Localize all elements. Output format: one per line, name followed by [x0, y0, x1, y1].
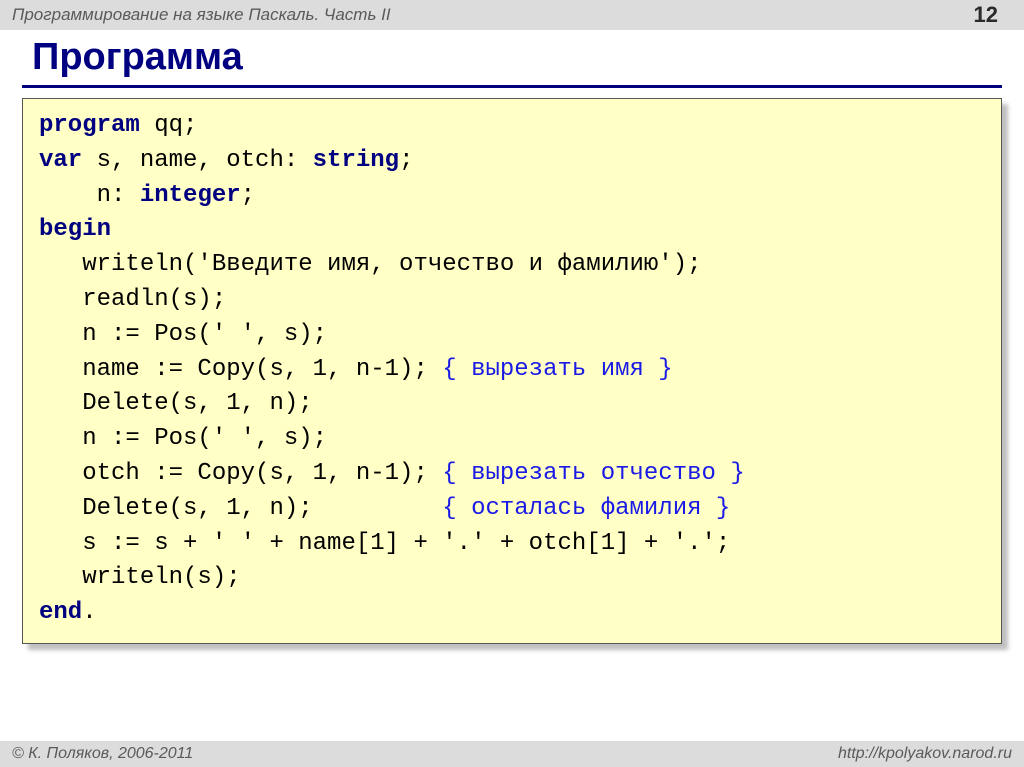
slide-heading: Программа [32, 36, 1002, 79]
code-text: Delete(s, 1, n); [39, 495, 442, 522]
kw-integer: integer [140, 182, 241, 209]
code-text: writeln(s); [39, 564, 241, 591]
code-text: qq; [140, 112, 198, 139]
code-text: writeln('Введите имя, отчество и фамилию… [39, 251, 702, 278]
code-text: n := Pos(' ', s); [39, 321, 327, 348]
code-text: s, name, otch: [82, 147, 312, 174]
code-listing: program qq; var s, name, otch: string; n… [39, 109, 985, 631]
code-text: name := Copy(s, 1, n-1); [39, 356, 442, 383]
code-text: otch := Copy(s, 1, n-1); [39, 460, 442, 487]
kw-var: var [39, 147, 82, 174]
slide: Программирование на языке Паскаль. Часть… [0, 0, 1024, 767]
footer-url: http://kpolyakov.narod.ru [838, 745, 1012, 763]
code-text: n: [39, 182, 140, 209]
code-box: program qq; var s, name, otch: string; n… [22, 98, 1002, 644]
code-text: Delete(s, 1, n); [39, 390, 313, 417]
code-comment: { вырезать имя } [442, 356, 672, 383]
footer-bar: © К. Поляков, 2006-2011 http://kpolyakov… [0, 741, 1024, 767]
footer-copyright: © К. Поляков, 2006-2011 [12, 745, 193, 763]
code-text: . [82, 599, 96, 626]
heading-underline [22, 85, 1002, 88]
kw-end: end [39, 599, 82, 626]
code-comment: { вырезать отчество } [442, 460, 744, 487]
code-comment: { осталась фамилия } [442, 495, 730, 522]
kw-begin: begin [39, 216, 111, 243]
code-text: readln(s); [39, 286, 226, 313]
kw-string: string [313, 147, 399, 174]
content-area: Программа program qq; var s, name, otch:… [0, 30, 1024, 741]
header-bar: Программирование на языке Паскаль. Часть… [0, 0, 1024, 30]
code-text: n := Pos(' ', s); [39, 425, 327, 452]
code-text: ; [399, 147, 413, 174]
page-number: 12 [974, 2, 1012, 28]
code-text: ; [241, 182, 255, 209]
kw-program: program [39, 112, 140, 139]
header-title: Программирование на языке Паскаль. Часть… [12, 5, 391, 25]
code-text: s := s + ' ' + name[1] + '.' + otch[1] +… [39, 530, 730, 557]
